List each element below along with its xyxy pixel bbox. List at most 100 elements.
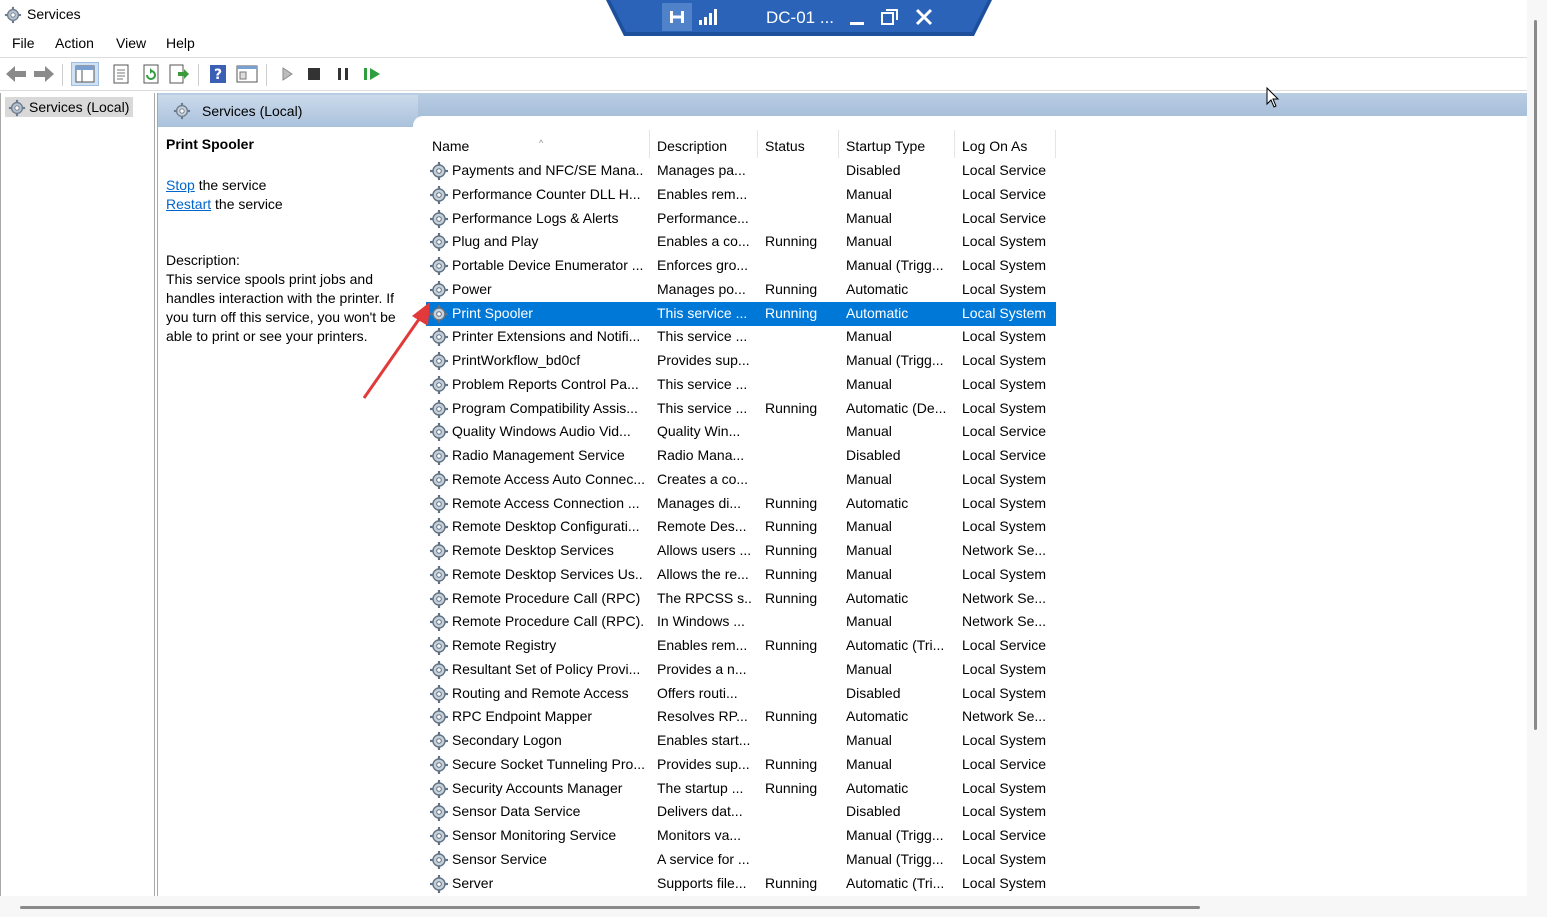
service-row[interactable]: Remote Procedure Call (RPC) The RPCSS s..… <box>426 587 1056 611</box>
service-row[interactable]: Power Manages po... Running Automatic Local … <box>426 278 1056 302</box>
service-description-cell: Provides a n... <box>657 660 747 677</box>
service-name-cell: Sensor Service <box>452 850 547 867</box>
service-startup-type-cell: Disabled <box>846 162 901 178</box>
service-name-cell: Remote Procedure Call (RPC)... <box>452 613 644 630</box>
sort-ascending-icon: ^ <box>539 138 544 148</box>
service-startup-type-cell: Manual <box>846 613 892 630</box>
service-log-on-as-cell: Local System <box>962 304 1047 321</box>
selected-service-name: Print Spooler <box>166 136 254 152</box>
service-row[interactable]: Routing and Remote Access Offers routi...… <box>426 682 1056 706</box>
service-row[interactable]: Secondary Logon Enables start... Manual Loc… <box>426 729 1056 753</box>
column-separator[interactable] <box>954 130 955 158</box>
horizontal-scrollbar[interactable] <box>0 896 1527 917</box>
service-row[interactable]: Remote Registry Enables rem... Running Auto… <box>426 634 1056 658</box>
service-row[interactable]: Program Compatibility Assis... This servi… <box>426 397 1056 421</box>
service-startup-type-cell: Manual <box>846 755 892 772</box>
service-gear-icon <box>430 162 448 180</box>
service-row[interactable]: Printer Extensions and Notifi... This ser… <box>426 325 1056 349</box>
restart-service-link[interactable]: Restart <box>166 196 211 212</box>
show-hide-console-tree-icon[interactable] <box>71 62 99 86</box>
stop-service-icon[interactable] <box>302 62 326 86</box>
service-row[interactable]: Remote Access Connection ... Manages di..… <box>426 492 1056 516</box>
service-row[interactable]: Sensor Monitoring Service Monitors va... M… <box>426 824 1056 848</box>
column-header-status[interactable]: Status <box>765 136 805 156</box>
resume-service-icon[interactable] <box>360 62 384 86</box>
service-gear-icon <box>430 613 448 632</box>
rdp-minimize-icon[interactable] <box>848 8 866 26</box>
column-separator[interactable] <box>1055 130 1056 158</box>
menu-file[interactable]: File <box>12 35 35 51</box>
column-header-name[interactable]: Name ^ <box>432 136 642 156</box>
service-row[interactable]: Remote Procedure Call (RPC)... In Windows… <box>426 610 1056 634</box>
service-status-cell: Running <box>765 589 818 606</box>
service-row[interactable]: Print Spooler This service ... Running Auto… <box>426 301 1056 326</box>
service-description-cell: The startup ... <box>657 779 744 796</box>
tree-item-services-local[interactable]: Services (Local) <box>5 97 134 117</box>
service-row[interactable]: Radio Management Service Radio Mana... Dis… <box>426 444 1056 468</box>
service-row[interactable]: Resultant Set of Policy Provi... Provides… <box>426 658 1056 682</box>
console-tree: Services (Local) <box>0 93 155 896</box>
rdp-close-icon[interactable] <box>914 7 934 27</box>
description-label: Description: <box>166 252 240 268</box>
service-row[interactable]: Sensor Service A service for ... Manual (T… <box>426 848 1056 872</box>
service-log-on-as-cell: Local System <box>962 399 1047 416</box>
column-header-log-on-as[interactable]: Log On As <box>962 136 1027 156</box>
service-description-cell: This service ... <box>657 328 748 345</box>
pause-service-icon[interactable] <box>331 62 355 86</box>
service-row[interactable]: Sensor Data Service Delivers dat... Disabl… <box>426 800 1056 824</box>
menu-action[interactable]: Action <box>55 35 94 51</box>
forward-icon[interactable] <box>32 62 56 86</box>
service-row[interactable]: Remote Access Auto Connec... Creates a co… <box>426 468 1056 492</box>
service-description-cell: The RPCSS s... <box>657 589 752 606</box>
refresh-icon[interactable] <box>139 62 163 86</box>
service-description-cell: Enables start... <box>657 732 751 748</box>
stop-service-link[interactable]: Stop <box>166 177 195 193</box>
export-list-icon[interactable] <box>167 62 191 86</box>
service-row[interactable]: Remote Desktop Services Us... Allows the … <box>426 563 1056 587</box>
service-row[interactable]: PrintWorkflow_bd0cf Provides sup... Manual… <box>426 349 1056 373</box>
service-description-cell: This service ... <box>657 375 748 392</box>
service-gear-icon <box>430 233 448 252</box>
console-view-icon[interactable] <box>235 62 259 86</box>
service-row[interactable]: RPC Endpoint Mapper Resolves RP... Running… <box>426 705 1056 729</box>
vertical-scrollbar[interactable] <box>1527 0 1547 917</box>
help-icon[interactable]: ? <box>206 62 230 86</box>
column-separator[interactable] <box>757 130 758 158</box>
service-row[interactable]: Server Supports file... Running Automatic (… <box>426 872 1056 896</box>
column-header-startup-type[interactable]: Startup Type <box>846 136 925 156</box>
service-gear-icon <box>430 447 448 465</box>
service-status-cell: Running <box>765 755 818 772</box>
service-row[interactable]: Performance Counter DLL H... Enables rem.… <box>426 183 1056 207</box>
service-row[interactable]: Security Accounts Manager The startup ...… <box>426 777 1056 801</box>
service-row[interactable]: Portable Device Enumerator ... Enforces g… <box>426 254 1056 278</box>
back-icon[interactable] <box>4 62 28 86</box>
rdp-restore-icon[interactable] <box>880 7 900 27</box>
menu-help[interactable]: Help <box>166 35 195 51</box>
mouse-cursor-icon <box>1266 87 1280 108</box>
menu-view[interactable]: View <box>116 35 146 51</box>
properties-icon[interactable] <box>109 62 133 86</box>
service-name-cell: Secondary Logon <box>452 732 562 748</box>
annotation-arrow <box>362 302 430 399</box>
service-startup-type-cell: Manual <box>846 328 892 345</box>
services-gear-icon <box>4 6 22 24</box>
service-row[interactable]: Remote Desktop Configurati... Remote Des.… <box>426 515 1056 539</box>
service-row[interactable]: Secure Socket Tunneling Pro... Provides s… <box>426 753 1056 777</box>
vertical-scrollbar-thumb[interactable] <box>1534 20 1537 730</box>
tree-item-label: Services (Local) <box>29 99 130 115</box>
start-service-icon[interactable] <box>275 62 299 86</box>
service-row[interactable]: Plug and Play Enables a co... Running Manua… <box>426 230 1056 254</box>
service-row[interactable]: Problem Reports Control Pa... This servic… <box>426 373 1056 397</box>
horizontal-scrollbar-thumb[interactable] <box>20 906 1200 909</box>
connection-quality-icon[interactable] <box>698 8 718 26</box>
service-row[interactable]: Quality Windows Audio Vid... Quality Win.… <box>426 420 1056 444</box>
column-separator[interactable] <box>838 130 839 158</box>
service-row[interactable]: Payments and NFC/SE Mana... Manages pa...… <box>426 159 1056 183</box>
service-startup-type-cell: Automatic <box>846 779 909 796</box>
service-name-cell: Remote Desktop Configurati... <box>452 518 640 535</box>
service-row[interactable]: Performance Logs & Alerts Performance... M… <box>426 207 1056 231</box>
column-separator[interactable] <box>649 130 650 158</box>
service-name-cell: Remote Access Auto Connec... <box>452 470 644 487</box>
service-row[interactable]: Remote Desktop Services Allows users ... R… <box>426 539 1056 563</box>
column-header-description[interactable]: Description <box>657 136 727 156</box>
